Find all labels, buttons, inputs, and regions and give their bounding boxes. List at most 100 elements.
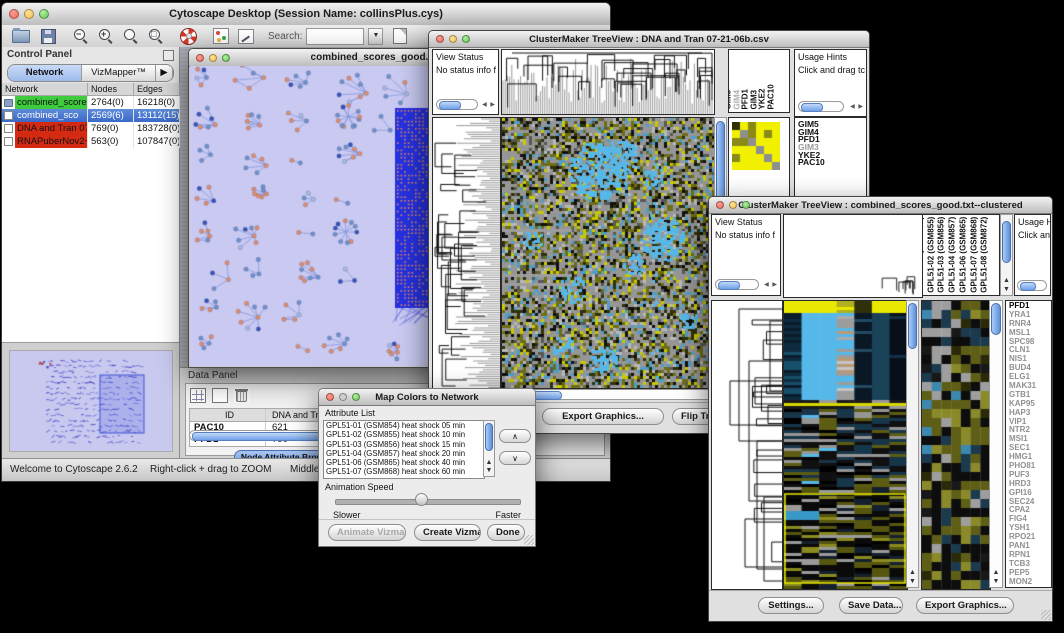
tv2-row-dendrogram[interactable] (711, 300, 783, 590)
attribute-list-item[interactable]: GPL51-03 (GSM856) heat shock 15 min (324, 440, 484, 449)
tv1-column-dendrogram[interactable] (501, 49, 715, 115)
scrollbar-thumb[interactable] (908, 303, 917, 349)
new-document-icon[interactable] (212, 388, 228, 403)
search-input[interactable] (306, 28, 364, 45)
column-label[interactable]: PAC10 (767, 84, 776, 109)
column-label[interactable]: GPL51-03 (GSM856) (937, 217, 948, 293)
tv1-status-scrollbar[interactable] (436, 99, 478, 110)
column-label[interactable]: GPL51-07 (GSM868) (969, 217, 980, 293)
network-table-row[interactable]: RNAPuberNov2+I563(0)107847(0) (2, 135, 179, 148)
animation-speed-slider-thumb[interactable] (415, 493, 428, 506)
column-label[interactable]: GPL51-02 (GSM855) (926, 217, 937, 293)
annotation-icon[interactable] (238, 29, 254, 44)
network-table-row[interactable]: combined_scores2764(0)16218(0) (2, 96, 179, 109)
attribute-list-item[interactable]: GPL51-01 (GSM854) heat shock 05 min (324, 421, 484, 430)
close-button[interactable] (326, 393, 334, 401)
scrollbar-thumb[interactable] (1002, 221, 1011, 263)
zoom-button[interactable] (352, 393, 360, 401)
tv2-zoom-heatmap[interactable] (921, 300, 991, 590)
network-table-row[interactable]: DNA and Tran 07769(0)183728(0) (2, 122, 179, 135)
tv2-hints-scrollbar[interactable] (1017, 280, 1047, 291)
treeview1-titlebar[interactable]: ClusterMaker TreeView : DNA and Tran 07-… (429, 31, 869, 48)
zoom-button[interactable] (462, 35, 470, 43)
zoom-button[interactable] (39, 9, 49, 19)
column-label[interactable]: GPL51-08 (GSM872) (979, 217, 990, 293)
attribute-list-item[interactable]: GPL51-06 (GSM865) heat shock 40 min (324, 458, 484, 467)
tv2-zoom-vscrollbar[interactable]: ▲ ▼ (989, 300, 1003, 588)
export-graphics-button[interactable]: Export Graphics... (542, 408, 664, 425)
resize-grip[interactable] (524, 535, 534, 545)
table-icon[interactable] (190, 388, 206, 403)
minimize-button[interactable] (209, 54, 217, 62)
zoom-out-icon[interactable]: − (74, 29, 89, 44)
attribute-list-item[interactable]: GPL51-07 (GSM868) heat shock 60 min (324, 467, 484, 476)
help-lifesaver-icon[interactable] (180, 28, 197, 45)
zoom-in-icon[interactable]: + (99, 29, 114, 44)
tab-vizmapper[interactable]: VizMapper™ (82, 65, 156, 81)
minimize-button[interactable] (729, 201, 737, 209)
attribute-list-scrollbar[interactable]: ▲ ▼ (483, 420, 495, 477)
scrollbar-thumb[interactable] (485, 423, 493, 451)
close-button[interactable] (716, 201, 724, 209)
col-network[interactable]: Network (2, 83, 88, 96)
tv1-heatmap[interactable] (501, 117, 715, 389)
tab-overflow-arrow[interactable]: ▶ (156, 65, 173, 81)
done-button[interactable]: Done (487, 524, 525, 541)
tv2-heatmap[interactable] (783, 300, 908, 590)
gene-label[interactable]: MON2 (1009, 578, 1051, 587)
scroll-down-icon[interactable]: ▼ (484, 467, 494, 475)
scroll-arrows-icon[interactable]: ◀ ▶ (764, 281, 778, 288)
open-file-icon[interactable] (12, 30, 30, 43)
tv2-column-dendrogram[interactable] (783, 214, 923, 298)
minimize-button[interactable] (449, 35, 457, 43)
attribute-browser-icon[interactable] (393, 28, 407, 44)
tv2-collabel-scrollbar[interactable]: ▲ ▼ (1000, 214, 1013, 296)
animation-speed-slider-track[interactable] (335, 499, 521, 505)
vizmapper-icon[interactable] (213, 28, 229, 44)
dialog-titlebar[interactable]: Map Colors to Network (319, 389, 535, 406)
attribute-list[interactable]: GPL51-01 (GSM854) heat shock 05 minGPL51… (323, 420, 485, 479)
tab-network[interactable]: Network (8, 65, 82, 81)
zoom-button[interactable] (222, 54, 230, 62)
scroll-arrows-icon[interactable]: ◀ ▶ (850, 103, 864, 110)
tv2-heat-vscrollbar[interactable]: ▲ ▼ (906, 300, 919, 588)
create-vizmap-button[interactable]: Create Vizmap (414, 524, 481, 541)
export-graphics-button[interactable]: Export Graphics... (916, 597, 1014, 614)
move-down-button[interactable]: ∨ (499, 451, 531, 465)
main-titlebar[interactable]: Cytoscape Desktop (Session Name: collins… (2, 3, 610, 26)
resize-grip[interactable] (1041, 610, 1051, 620)
tv2-status-scrollbar[interactable] (715, 279, 759, 290)
animate-vizmap-button[interactable]: Animate Vizmap (328, 524, 406, 541)
network-table-row[interactable]: combined_sco2569(6)13112(15) (2, 109, 179, 122)
gene-label[interactable]: PAC10 (798, 159, 866, 167)
zoom-fit-icon[interactable] (124, 29, 139, 44)
col-nodes[interactable]: Nodes (88, 83, 134, 96)
minimize-button[interactable] (24, 9, 34, 19)
tv1-zoom-heatmap[interactable] (732, 122, 780, 170)
treeview2-titlebar[interactable]: ClusterMaker TreeView : combined_scores_… (709, 197, 1052, 214)
zoom-selected-icon[interactable]: □ (149, 29, 164, 44)
save-icon[interactable] (41, 29, 56, 44)
attribute-list-item[interactable]: GPL51-04 (GSM857) heat shock 20 min (324, 449, 484, 458)
trash-icon[interactable] (234, 388, 250, 403)
column-label[interactable]: GPL51-04 (GSM857) (947, 217, 958, 293)
tv1-row-dendrogram[interactable] (432, 117, 501, 389)
scroll-up-icon[interactable]: ▲ (484, 459, 494, 467)
scroll-down-icon[interactable]: ▼ (990, 578, 1002, 586)
scrollbar-thumb[interactable] (991, 303, 1001, 335)
zoom-button[interactable] (742, 201, 750, 209)
move-up-button[interactable]: ∧ (499, 429, 531, 443)
scroll-down-icon[interactable]: ▼ (907, 578, 918, 586)
scroll-up-icon[interactable]: ▲ (907, 569, 918, 577)
close-button[interactable] (196, 54, 204, 62)
attribute-list-item[interactable]: GPL51-02 (GSM855) heat shock 10 min (324, 430, 484, 439)
col-id[interactable]: ID (190, 409, 266, 421)
search-dropdown-icon[interactable]: ▼ (368, 28, 383, 45)
scroll-arrows-icon[interactable]: ◀ ▶ (482, 101, 496, 108)
close-button[interactable] (436, 35, 444, 43)
close-button[interactable] (9, 9, 19, 19)
scroll-up-icon[interactable]: ▲ (1001, 277, 1012, 285)
tv1-hints-scrollbar[interactable] (798, 101, 844, 112)
col-edges[interactable]: Edges (134, 83, 180, 96)
scroll-down-icon[interactable]: ▼ (1001, 286, 1012, 294)
